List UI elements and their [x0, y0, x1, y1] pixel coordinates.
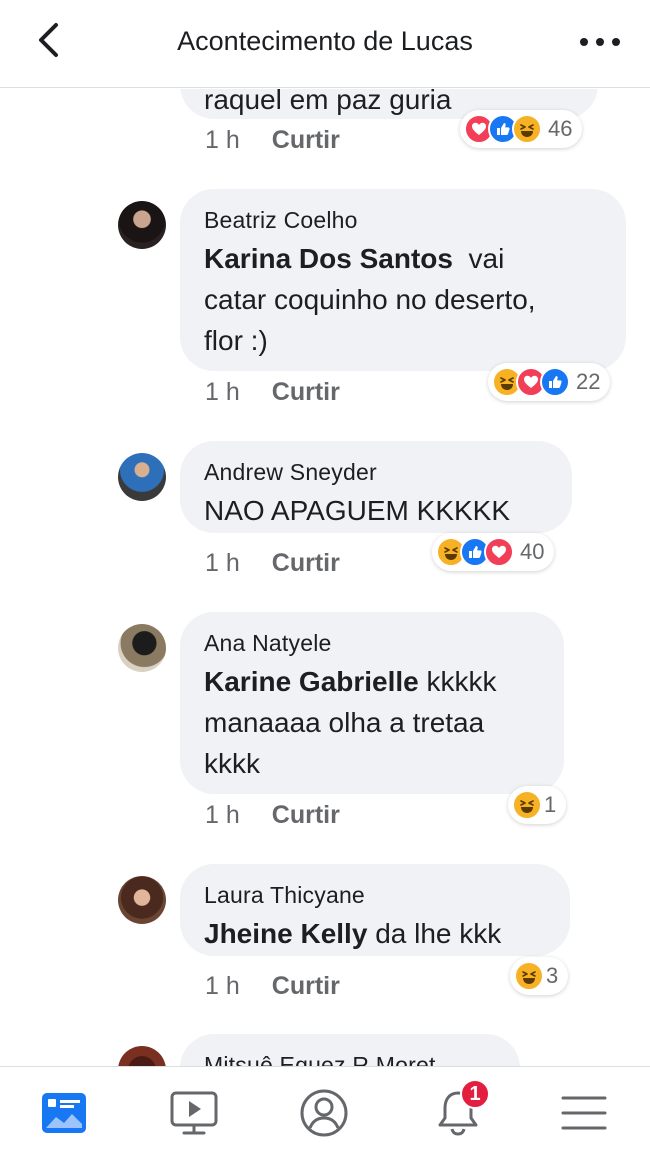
page-title: Acontecimento de Lucas [177, 26, 473, 56]
comment-text: Karina Dos Santos vai catar coquinho no d… [204, 243, 536, 356]
comment-bubble: Mitsuê Equez R Moret [180, 1034, 520, 1066]
comment-time: 1 h [205, 972, 240, 1000]
mention-link[interactable]: Karina Dos Santos [204, 243, 453, 274]
top-bar: Acontecimento de Lucas [0, 0, 650, 88]
avatar[interactable] [118, 624, 166, 672]
like-reaction-icon [540, 367, 570, 397]
avatar[interactable] [118, 1046, 166, 1066]
profile-icon [300, 1089, 348, 1137]
reactions-summary[interactable]: 40 [432, 533, 555, 571]
comment-author[interactable]: Ana Natyele [204, 630, 540, 657]
haha-reaction-icon [514, 961, 544, 991]
comment-time: 1 h [205, 378, 240, 406]
comment-time: 1 h [205, 801, 240, 829]
bottom-tab-bar: 1 [0, 1066, 650, 1156]
comment-time: 1 h [205, 549, 240, 577]
like-button[interactable]: Curtir [272, 972, 340, 1000]
avatar[interactable] [118, 876, 166, 924]
avatar[interactable] [118, 201, 166, 249]
notification-badge: 1 [460, 1079, 490, 1109]
mention-link[interactable]: Karine Gabrielle [204, 666, 419, 697]
more-button[interactable] [580, 28, 620, 56]
tab-watch[interactable] [168, 1087, 220, 1139]
mention-link[interactable]: Jheine Kelly [204, 918, 367, 949]
menu-icon [561, 1096, 607, 1130]
comment-time: 1 h [205, 126, 240, 154]
comment-text: NAO APAGUEM KKKKK [204, 495, 511, 526]
comment-actions: 1 h Curtir [205, 549, 340, 578]
comment-actions: 1 h Curtir [205, 972, 340, 1001]
tab-news-feed[interactable] [38, 1087, 90, 1139]
like-button[interactable]: Curtir [272, 801, 340, 829]
comment-bubble: Beatriz Coelho Karina Dos Santos vai cata… [180, 189, 626, 371]
comment-author[interactable]: Beatriz Coelho [204, 207, 602, 234]
comment-bubble: Andrew Sneyder NAO APAGUEM KKKKK [180, 441, 572, 533]
comment-actions: 1 h Curtir [205, 126, 340, 155]
reaction-count: 46 [548, 116, 573, 141]
heart-reaction-icon [484, 537, 514, 567]
reactions-summary[interactable]: 3 [510, 957, 569, 995]
comment-bubble: Laura Thicyane Jheine Kelly da lhe kkk [180, 864, 570, 956]
reactions-summary[interactable]: 1 [508, 786, 567, 824]
like-button[interactable]: Curtir [272, 378, 340, 406]
comment-author[interactable]: Mitsuê Equez R Moret [204, 1052, 496, 1066]
reaction-count: 1 [544, 792, 557, 817]
haha-reaction-icon [512, 114, 542, 144]
news-feed-icon [42, 1093, 86, 1133]
reactions-summary[interactable]: 46 [460, 110, 583, 148]
reaction-count: 22 [576, 369, 601, 394]
comment-actions: 1 h Curtir [205, 378, 340, 407]
avatar[interactable] [118, 453, 166, 501]
comment-author[interactable]: Andrew Sneyder [204, 459, 548, 486]
reactions-summary[interactable]: 22 [488, 363, 611, 401]
tab-profile[interactable] [298, 1087, 350, 1139]
comment-actions: 1 h Curtir [205, 801, 340, 830]
tab-notifications[interactable]: 1 [432, 1079, 490, 1139]
reaction-count: 40 [520, 539, 545, 564]
video-icon [170, 1091, 218, 1135]
more-icon [580, 38, 588, 46]
comment-text: Jheine Kelly da lhe kkk [204, 918, 502, 949]
comment-author[interactable]: Laura Thicyane [204, 882, 546, 909]
haha-reaction-icon [512, 790, 542, 820]
like-button[interactable]: Curtir [272, 549, 340, 577]
comments-feed[interactable]: raquel em paz guria 1 h Curtir 46 Beatriz… [0, 89, 650, 1066]
tab-menu[interactable] [558, 1087, 610, 1139]
comment-text: Karine Gabrielle kkkkk manaaaa olha a tre… [204, 666, 497, 779]
like-button[interactable]: Curtir [272, 126, 340, 154]
comment-bubble: Ana Natyele Karine Gabrielle kkkkk manaaa… [180, 612, 564, 794]
reaction-count: 3 [546, 963, 559, 988]
